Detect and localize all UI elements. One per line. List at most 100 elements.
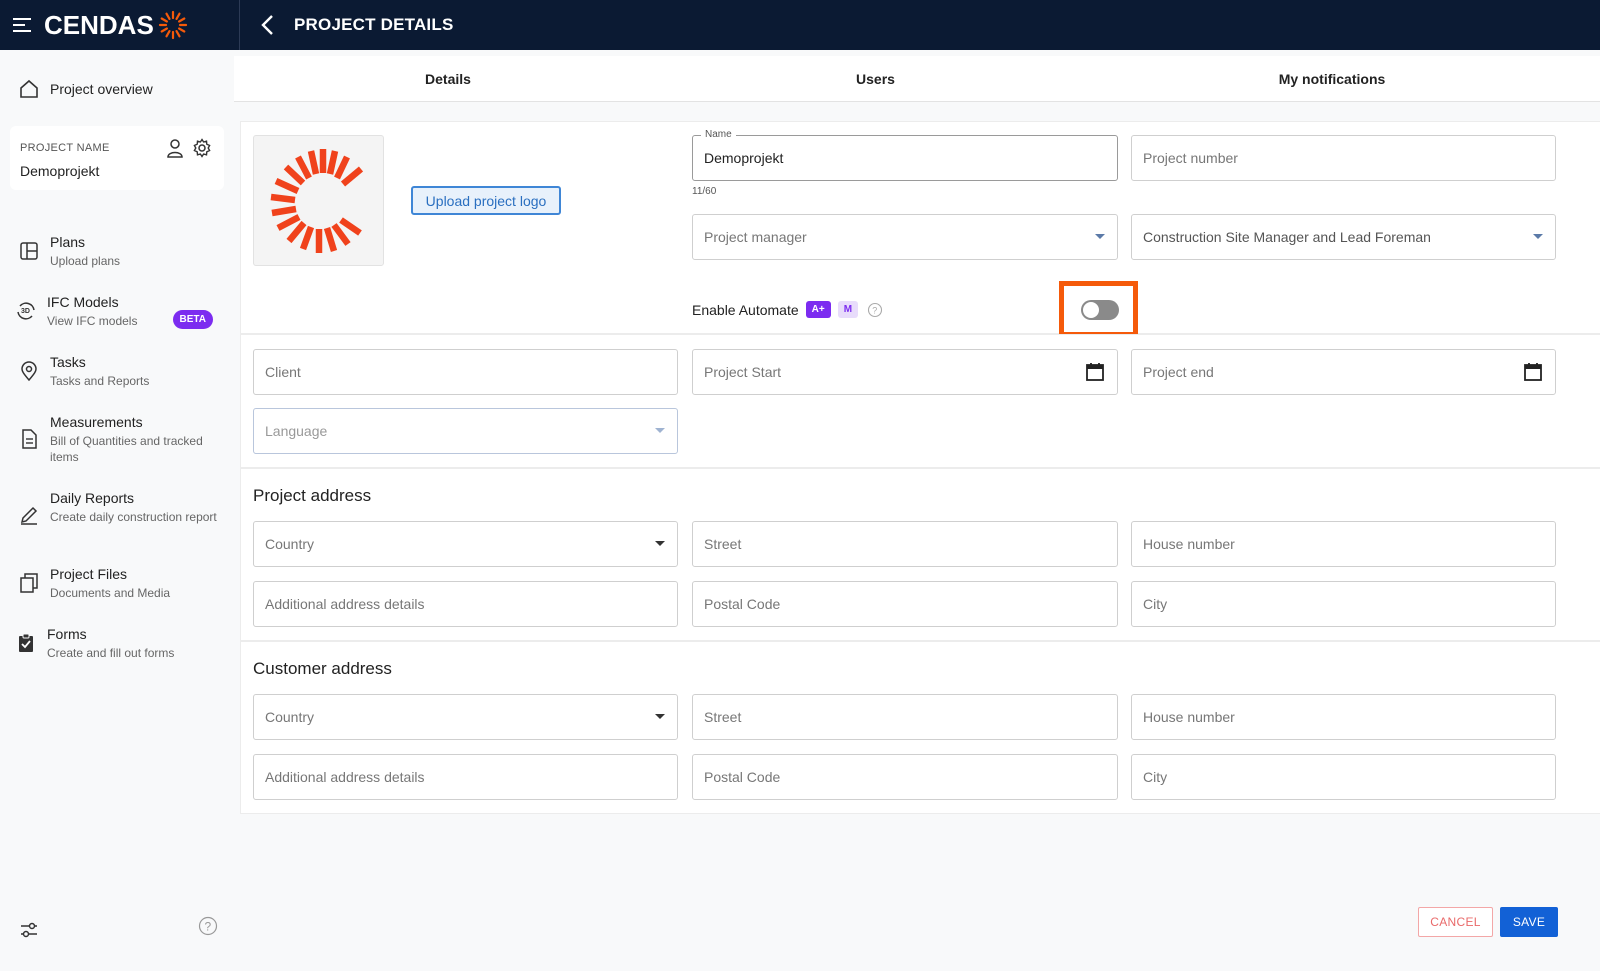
brand-sunburst-icon (158, 10, 187, 40)
project-country-select[interactable]: Country (253, 521, 678, 567)
tab-users[interactable]: Users (662, 56, 1089, 101)
settings-sliders-button[interactable] (18, 919, 40, 946)
project-additional-address-field[interactable]: Additional address details (253, 581, 678, 627)
sidebar-item-daily-reports[interactable]: Daily Reports Create daily construction … (18, 490, 218, 526)
save-button[interactable]: SAVE (1500, 907, 1558, 937)
sidebar-item-tasks[interactable]: Tasks Tasks and Reports (18, 354, 218, 389)
svg-text:?: ? (872, 305, 877, 315)
svg-text:3D: 3D (21, 308, 30, 315)
name-field[interactable]: Name Demoprojekt (692, 129, 1118, 181)
additional-address-placeholder: Additional address details (265, 769, 425, 785)
sidebar-item-subtitle: Create daily construction report (50, 510, 217, 524)
house-number-placeholder: House number (1143, 536, 1235, 552)
project-address-title: Project address (253, 486, 372, 505)
sidebar-item-title: Tasks (50, 354, 86, 370)
project-number-placeholder: Project number (1143, 150, 1238, 166)
beta-badge: BETA (172, 310, 213, 329)
help-button[interactable]: ? (198, 916, 218, 941)
customer-street-field[interactable]: Street (692, 694, 1118, 740)
sidebar-item-ifc-models[interactable]: 3D IFC Models View IFC models BETA (15, 294, 217, 329)
country-placeholder: Country (265, 709, 315, 725)
calendar-icon[interactable] (1085, 362, 1105, 382)
sidebar-item-subtitle: Tasks and Reports (50, 374, 150, 388)
project-street-field[interactable]: Street (692, 521, 1118, 567)
help-icon: ? (198, 916, 218, 936)
calendar-icon[interactable] (1523, 362, 1543, 382)
customer-country-select[interactable]: Country (253, 694, 678, 740)
sidebar-item-project-files[interactable]: Project Files Documents and Media (18, 566, 218, 601)
sidebar-item-title: Plans (50, 234, 86, 250)
document-icon (22, 429, 37, 449)
project-number-field[interactable]: Project number (1131, 135, 1556, 181)
customer-postal-code-field[interactable]: Postal Code (692, 754, 1118, 800)
site-manager-placeholder: Construction Site Manager and Lead Forem… (1143, 229, 1431, 245)
customer-additional-address-field[interactable]: Additional address details (253, 754, 678, 800)
sidebar-item-subtitle: View IFC models (47, 314, 138, 328)
sidebar-item-measurements[interactable]: Measurements Bill of Quantities and trac… (18, 414, 218, 465)
cancel-button[interactable]: CANCEL (1418, 907, 1493, 937)
project-start-field[interactable]: Project Start (692, 349, 1118, 395)
menu-button[interactable] (0, 0, 44, 50)
language-select[interactable]: Language (253, 408, 678, 454)
checklist-icon (19, 633, 33, 652)
help-icon[interactable]: ? (867, 302, 883, 318)
upload-logo-button[interactable]: Upload project logo (411, 186, 561, 215)
sidebar-item-title: IFC Models (47, 294, 119, 310)
project-house-number-field[interactable]: House number (1131, 521, 1556, 567)
customer-house-number-field[interactable]: House number (1131, 694, 1556, 740)
brand-name: CENDAS (44, 9, 154, 40)
tab-my-notifications[interactable]: My notifications (1089, 56, 1575, 101)
toggle-knob (1083, 302, 1099, 318)
page-title: PROJECT DETAILS (294, 15, 454, 34)
gear-icon[interactable] (192, 138, 212, 158)
sidebar-item-title: Project Files (50, 566, 128, 582)
sidebar-item-title: Daily Reports (50, 490, 135, 506)
sidebar: Project overview PROJECT NAME Demoprojek… (0, 50, 234, 971)
country-placeholder: Country (265, 536, 315, 552)
project-postal-code-field[interactable]: Postal Code (692, 581, 1118, 627)
enable-automate-toggle[interactable] (1081, 300, 1119, 320)
dropdown-caret-icon (1533, 234, 1543, 239)
project-end-placeholder: Project end (1143, 364, 1214, 380)
back-button[interactable] (246, 0, 290, 50)
site-manager-select[interactable]: Construction Site Manager and Lead Forem… (1131, 214, 1556, 260)
tab-details[interactable]: Details (234, 56, 662, 101)
svg-text:?: ? (205, 920, 212, 934)
user-icon[interactable] (166, 138, 184, 158)
enable-automate-row: Enable Automate A+ M ? (692, 301, 883, 318)
home-icon (20, 79, 38, 98)
sliders-icon (21, 922, 37, 938)
sidebar-item-forms[interactable]: Forms Create and fill out forms (15, 626, 215, 661)
house-number-placeholder: House number (1143, 709, 1235, 725)
project-manager-select[interactable]: Project manager (692, 214, 1118, 260)
dropdown-caret-icon (655, 428, 665, 433)
automate-m-badge: M (837, 301, 859, 318)
sidebar-item-subtitle: Create and fill out forms (47, 646, 175, 660)
location-pin-icon (21, 361, 37, 382)
customer-city-field[interactable]: City (1131, 754, 1556, 800)
name-value: Demoprojekt (704, 150, 784, 166)
sidebar-item-project-overview[interactable]: Project overview (18, 78, 153, 100)
project-card: PROJECT NAME Demoprojekt (10, 126, 224, 190)
project-logo-preview (253, 135, 384, 266)
name-char-counter: 11/60 (692, 186, 717, 197)
client-field[interactable]: Client (253, 349, 678, 395)
postal-code-placeholder: Postal Code (704, 769, 781, 785)
project-end-field[interactable]: Project end (1131, 349, 1556, 395)
plans-icon (20, 242, 38, 260)
enable-automate-label: Enable Automate (692, 301, 799, 318)
sidebar-item-plans[interactable]: Plans Upload plans (18, 234, 218, 269)
brand-logo[interactable]: CENDAS (44, 0, 240, 50)
language-placeholder: Language (265, 423, 328, 439)
dropdown-caret-icon (1095, 234, 1105, 239)
client-placeholder: Client (265, 364, 301, 380)
street-placeholder: Street (704, 709, 742, 725)
sidebar-item-title: Measurements (50, 414, 143, 430)
cendas-logo-icon (270, 148, 363, 253)
dropdown-caret-icon (655, 541, 665, 546)
3d-model-icon: 3D (17, 302, 35, 320)
project-city-field[interactable]: City (1131, 581, 1556, 627)
sidebar-item-label: Project overview (50, 81, 153, 97)
additional-address-placeholder: Additional address details (265, 596, 425, 612)
customer-address-title: Customer address (253, 659, 392, 678)
